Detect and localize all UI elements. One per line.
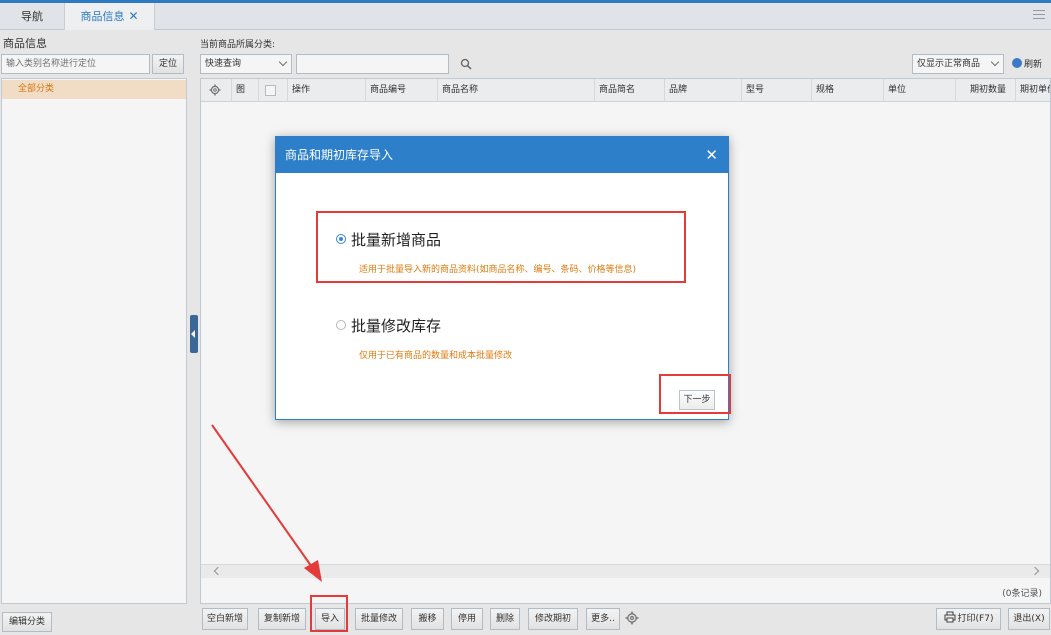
annotation-arrow — [211, 424, 322, 582]
